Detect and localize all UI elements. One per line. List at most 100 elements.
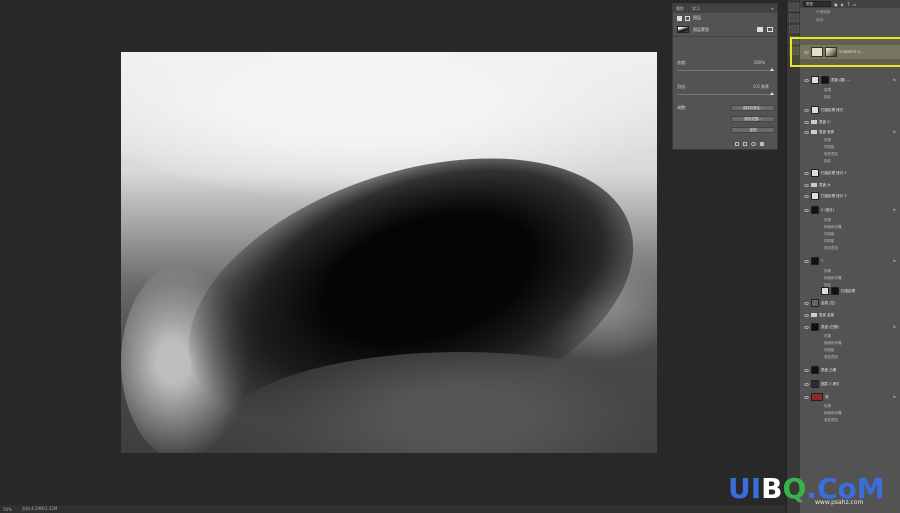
properties-icon[interactable] xyxy=(788,14,799,22)
effect-label[interactable]: 内阴影 xyxy=(824,232,835,237)
effect-label[interactable]: 斜面和浮雕 xyxy=(824,276,842,281)
fx-icon[interactable]: fx xyxy=(893,208,896,212)
pixel-mask-button[interactable] xyxy=(757,27,763,32)
filter-type-icon[interactable]: T xyxy=(847,2,849,7)
visibility-eye-icon[interactable] xyxy=(804,259,809,263)
mask-title: 图层蒙版 xyxy=(693,26,709,32)
kind-label: 图层 xyxy=(693,15,701,20)
layer-filter-input[interactable]: 类型 xyxy=(803,1,831,7)
layer-thumbnail xyxy=(821,287,829,295)
layer-group-row[interactable]: 表盘 大 xyxy=(800,181,900,189)
effect-label[interactable]: 斜面和浮雕 xyxy=(824,411,842,416)
folder-icon xyxy=(811,183,817,187)
visibility-eye-icon[interactable] xyxy=(804,183,809,187)
visibility-eye-icon[interactable] xyxy=(804,325,809,329)
feather-row: 羽化: xyxy=(677,84,686,90)
effect-label[interactable]: 斜面和浮雕 xyxy=(824,225,842,230)
effect-label[interactable]: 渐变叠加 xyxy=(824,152,838,157)
fill-label: 填充: xyxy=(816,17,825,22)
density-label: 浓度: xyxy=(677,60,687,65)
zoom-level[interactable]: 50% xyxy=(3,507,12,512)
fx-icon[interactable]: fx xyxy=(893,259,896,263)
mask-title-row: 图层蒙版 xyxy=(673,23,777,37)
visibility-eye-icon[interactable] xyxy=(804,301,809,305)
document-info[interactable]: 文档:4.29M/1.52M xyxy=(22,506,57,512)
tab-learn[interactable]: 学习 xyxy=(692,6,700,12)
watermark-b: B xyxy=(761,472,783,505)
layer-row[interactable]: 7 fx xyxy=(800,256,900,266)
document-canvas[interactable] xyxy=(121,52,657,453)
visibility-eye-icon[interactable] xyxy=(804,108,809,112)
layer-name: 扫描纹理 xyxy=(841,288,855,293)
panel-menu-icon[interactable]: ≡ xyxy=(771,6,774,11)
layer-row[interactable]: 扫描纹理 xyxy=(800,286,900,296)
visibility-eye-icon[interactable] xyxy=(804,194,809,198)
visibility-eye-icon[interactable] xyxy=(804,382,809,386)
layer-row[interactable]: 扫描纹理 拷贝 2 xyxy=(800,168,900,178)
visibility-eye-icon[interactable] xyxy=(804,120,809,124)
filter-adjust-icon[interactable]: ◐ xyxy=(841,2,845,7)
effect-label[interactable]: 内阴影 xyxy=(824,145,835,150)
adjustments-icon[interactable] xyxy=(788,25,799,33)
layer-row[interactable]: 扫描纹理 拷贝 3 xyxy=(800,191,900,201)
opacity-label: 不透明度: xyxy=(816,9,832,14)
effect-label[interactable]: 投影 xyxy=(824,159,831,164)
color-range-button[interactable]: 颜色范围... xyxy=(731,116,775,122)
visibility-eye-icon[interactable] xyxy=(804,368,809,372)
apply-mask-icon[interactable] xyxy=(743,142,747,146)
layer-group-row[interactable]: 表盘 金属 xyxy=(800,311,900,319)
layer-row[interactable]: 表盘 (凹槽) fx xyxy=(800,322,900,332)
layer-row[interactable]: 底 fx xyxy=(800,392,900,402)
toggle-mask-icon[interactable] xyxy=(751,142,756,146)
layer-name: 表盘 宝珠 xyxy=(819,129,835,134)
adjust-row: 调整: xyxy=(677,105,686,111)
effect-label[interactable]: 内阴影 xyxy=(824,348,835,353)
layer-row[interactable]: 金属 (拉) xyxy=(800,298,900,308)
density-slider[interactable] xyxy=(677,68,774,71)
fx-icon[interactable]: fx xyxy=(893,395,896,399)
layer-group-row[interactable]: 表盘 小 xyxy=(800,118,900,126)
layer-row[interactable]: 扫描纹理 拷贝 xyxy=(800,105,900,115)
fx-icon[interactable]: fx xyxy=(893,78,896,82)
vector-mask-button[interactable] xyxy=(767,27,773,32)
layer-row[interactable]: 表盘 宝珠 fx xyxy=(800,128,900,136)
delete-mask-icon[interactable] xyxy=(760,142,764,146)
load-selection-icon[interactable] xyxy=(735,142,739,146)
effect-label[interactable]: 渐变叠加 xyxy=(824,246,838,251)
layer-row[interactable]: 表盘 凸槽 xyxy=(800,365,900,375)
feather-slider[interactable] xyxy=(677,92,774,95)
layer-row[interactable]: 表盘 (圆) ... fx xyxy=(800,75,900,85)
visibility-eye-icon[interactable] xyxy=(804,208,809,212)
filter-shape-icon[interactable]: ▭ xyxy=(853,2,857,7)
visibility-eye-icon[interactable] xyxy=(804,78,809,82)
filter-pixel-icon[interactable]: ▣ xyxy=(834,2,838,7)
layer-thumbnail xyxy=(811,380,819,388)
folder-icon xyxy=(811,313,817,317)
layer-name: 扫描纹理 拷贝 xyxy=(821,107,844,112)
effect-label[interactable]: 斜面和浮雕 xyxy=(824,341,842,346)
panel-tool-strip xyxy=(786,0,800,513)
select-and-mask-button[interactable]: 选择并遮住... xyxy=(731,105,775,111)
vector-mask-icon[interactable] xyxy=(685,15,690,21)
fx-icon[interactable]: fx xyxy=(893,130,896,134)
tab-properties[interactable]: 属性 xyxy=(676,6,684,12)
effect-label[interactable]: 渐变叠加 xyxy=(824,418,838,423)
effect-label[interactable]: 渐变叠加 xyxy=(824,355,838,360)
layer-name: 表盘 金属 xyxy=(819,312,835,317)
effect-label: 效果 xyxy=(824,138,831,142)
density-value[interactable]: 100% xyxy=(754,60,765,65)
layer-row[interactable]: 图层 3 拷贝 xyxy=(800,379,900,389)
layer-row[interactable]: 2 (指针) fx xyxy=(800,205,900,215)
fx-icon[interactable]: fx xyxy=(893,325,896,329)
effect-label[interactable]: 内阴影 xyxy=(824,239,835,244)
adjust-label: 调整: xyxy=(677,105,687,110)
feather-value[interactable]: 0.0 像素 xyxy=(753,84,769,90)
visibility-eye-icon[interactable] xyxy=(804,395,809,399)
visibility-eye-icon[interactable] xyxy=(804,313,809,317)
history-icon[interactable] xyxy=(788,3,799,11)
visibility-eye-icon[interactable] xyxy=(804,130,809,134)
effect-label[interactable]: 投影 xyxy=(824,95,831,100)
layer-name: 表盘 (凹槽) xyxy=(821,324,839,329)
visibility-eye-icon[interactable] xyxy=(804,171,809,175)
invert-button[interactable]: 反相 xyxy=(731,127,775,133)
